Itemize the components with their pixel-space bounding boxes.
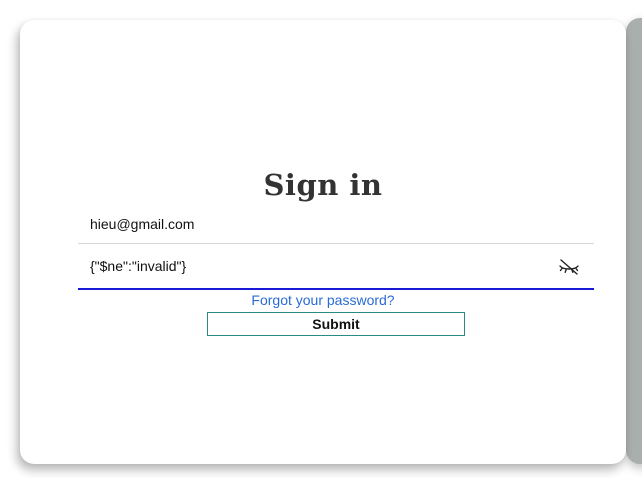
forgot-password-link[interactable]: Forgot your password?	[20, 292, 626, 308]
background-panel	[626, 18, 642, 464]
submit-button[interactable]: Submit	[207, 312, 465, 336]
page: Sign in Forgot your password? Submit	[0, 0, 642, 478]
email-field[interactable]	[78, 204, 594, 243]
sign-in-card: Sign in Forgot your password? Submit	[20, 20, 626, 464]
password-field[interactable]	[78, 244, 594, 288]
password-field-container	[78, 244, 594, 290]
email-field-container	[78, 204, 594, 244]
page-title: Sign in	[263, 168, 383, 202]
eye-off-icon[interactable]	[558, 257, 580, 277]
